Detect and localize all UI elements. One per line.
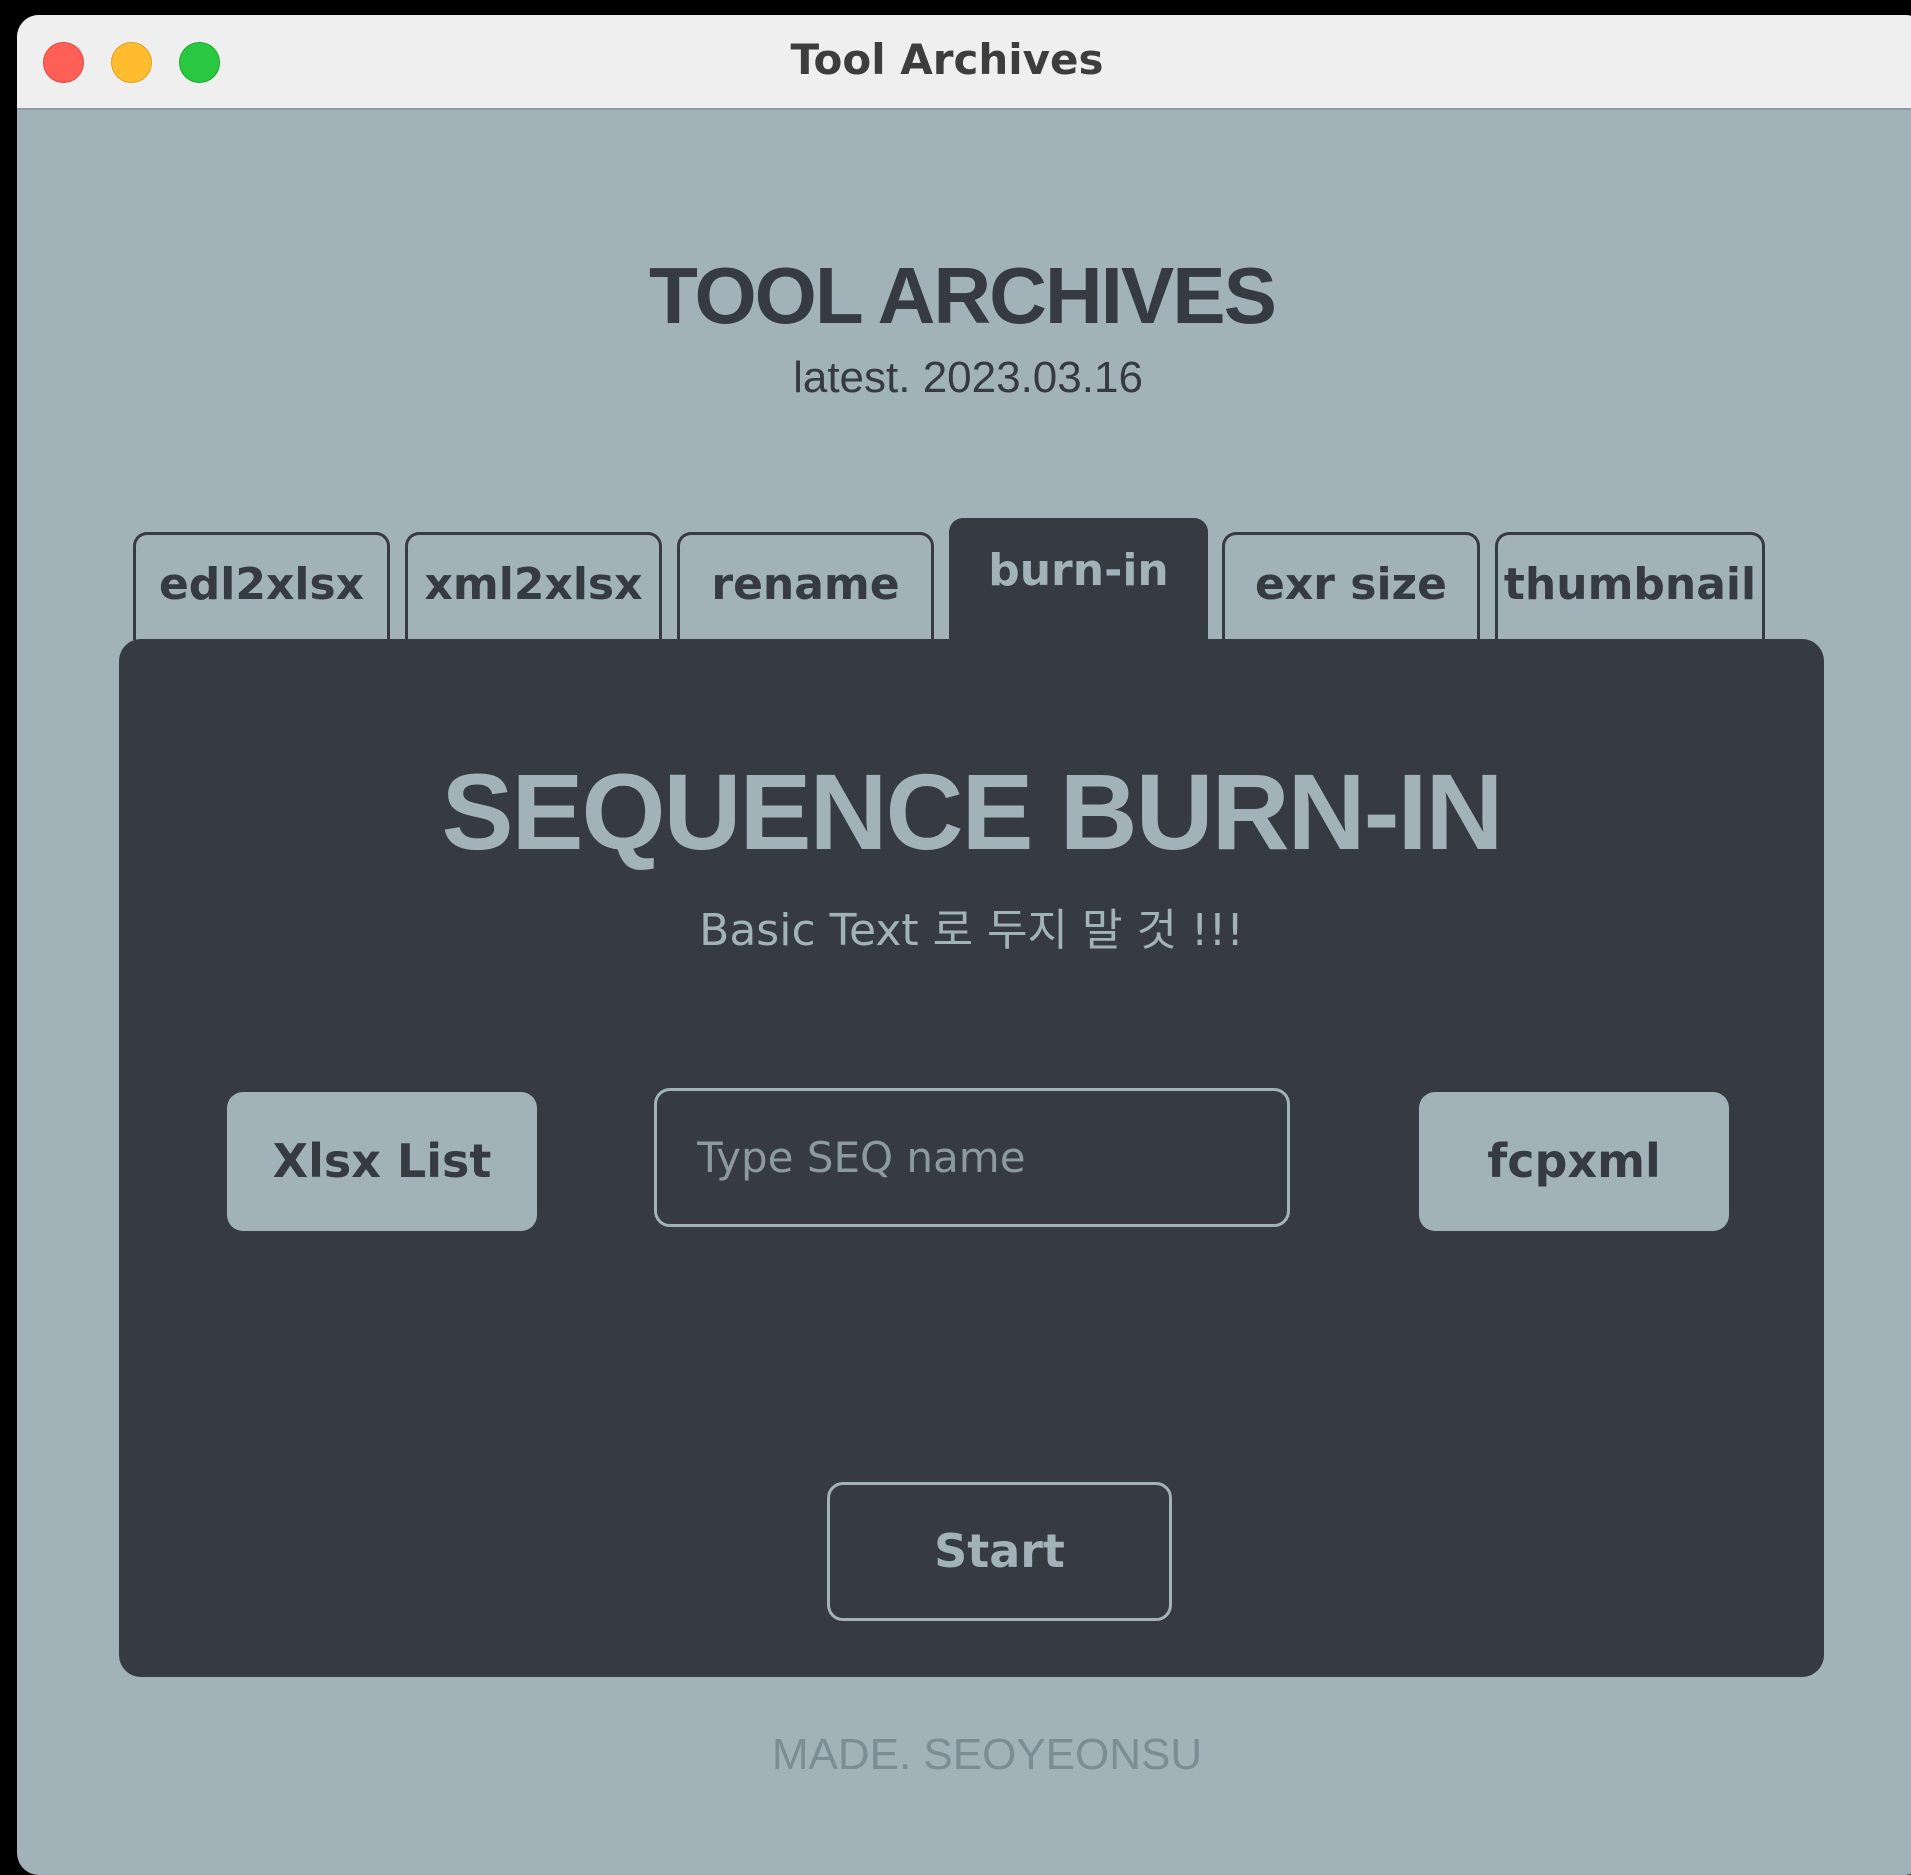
tab-xml2xlsx[interactable]: xml2xlsx [405,532,662,640]
panel-subtitle: Basic Text 로 두지 말 것 !!! [699,905,1244,956]
tab-rename[interactable]: rename [677,532,934,640]
xlsx-list-button[interactable]: Xlsx List [227,1092,537,1231]
app-title: TOOL ARCHIVES [17,250,1911,342]
tab-thumbnail[interactable]: thumbnail [1495,532,1765,640]
fcpxml-button[interactable]: fcpxml [1419,1092,1729,1231]
tab-burn-in[interactable]: burn-in [949,518,1208,646]
tab-exr-size[interactable]: exr size [1222,532,1480,640]
window-title: Tool Archives [790,35,1104,84]
tab-edl2xlsx[interactable]: edl2xlsx [133,532,390,640]
burn-in-panel: SEQUENCE BURN-IN Basic Text 로 두지 말 것 !!!… [119,639,1824,1677]
seq-name-input[interactable] [654,1088,1290,1227]
app-window: Tool Archives TOOL ARCHIVES latest. 2023… [17,15,1911,1875]
start-button[interactable]: Start [827,1482,1172,1621]
panel-title: SEQUENCE BURN-IN [441,751,1503,872]
title-bar: Tool Archives [17,15,1911,110]
footer-credit: MADE. SEOYEONSU [771,1730,1203,1779]
app-title-text: TOOL ARCHIVES [649,251,1277,340]
app-version: latest. 2023.03.16 [793,353,1143,402]
